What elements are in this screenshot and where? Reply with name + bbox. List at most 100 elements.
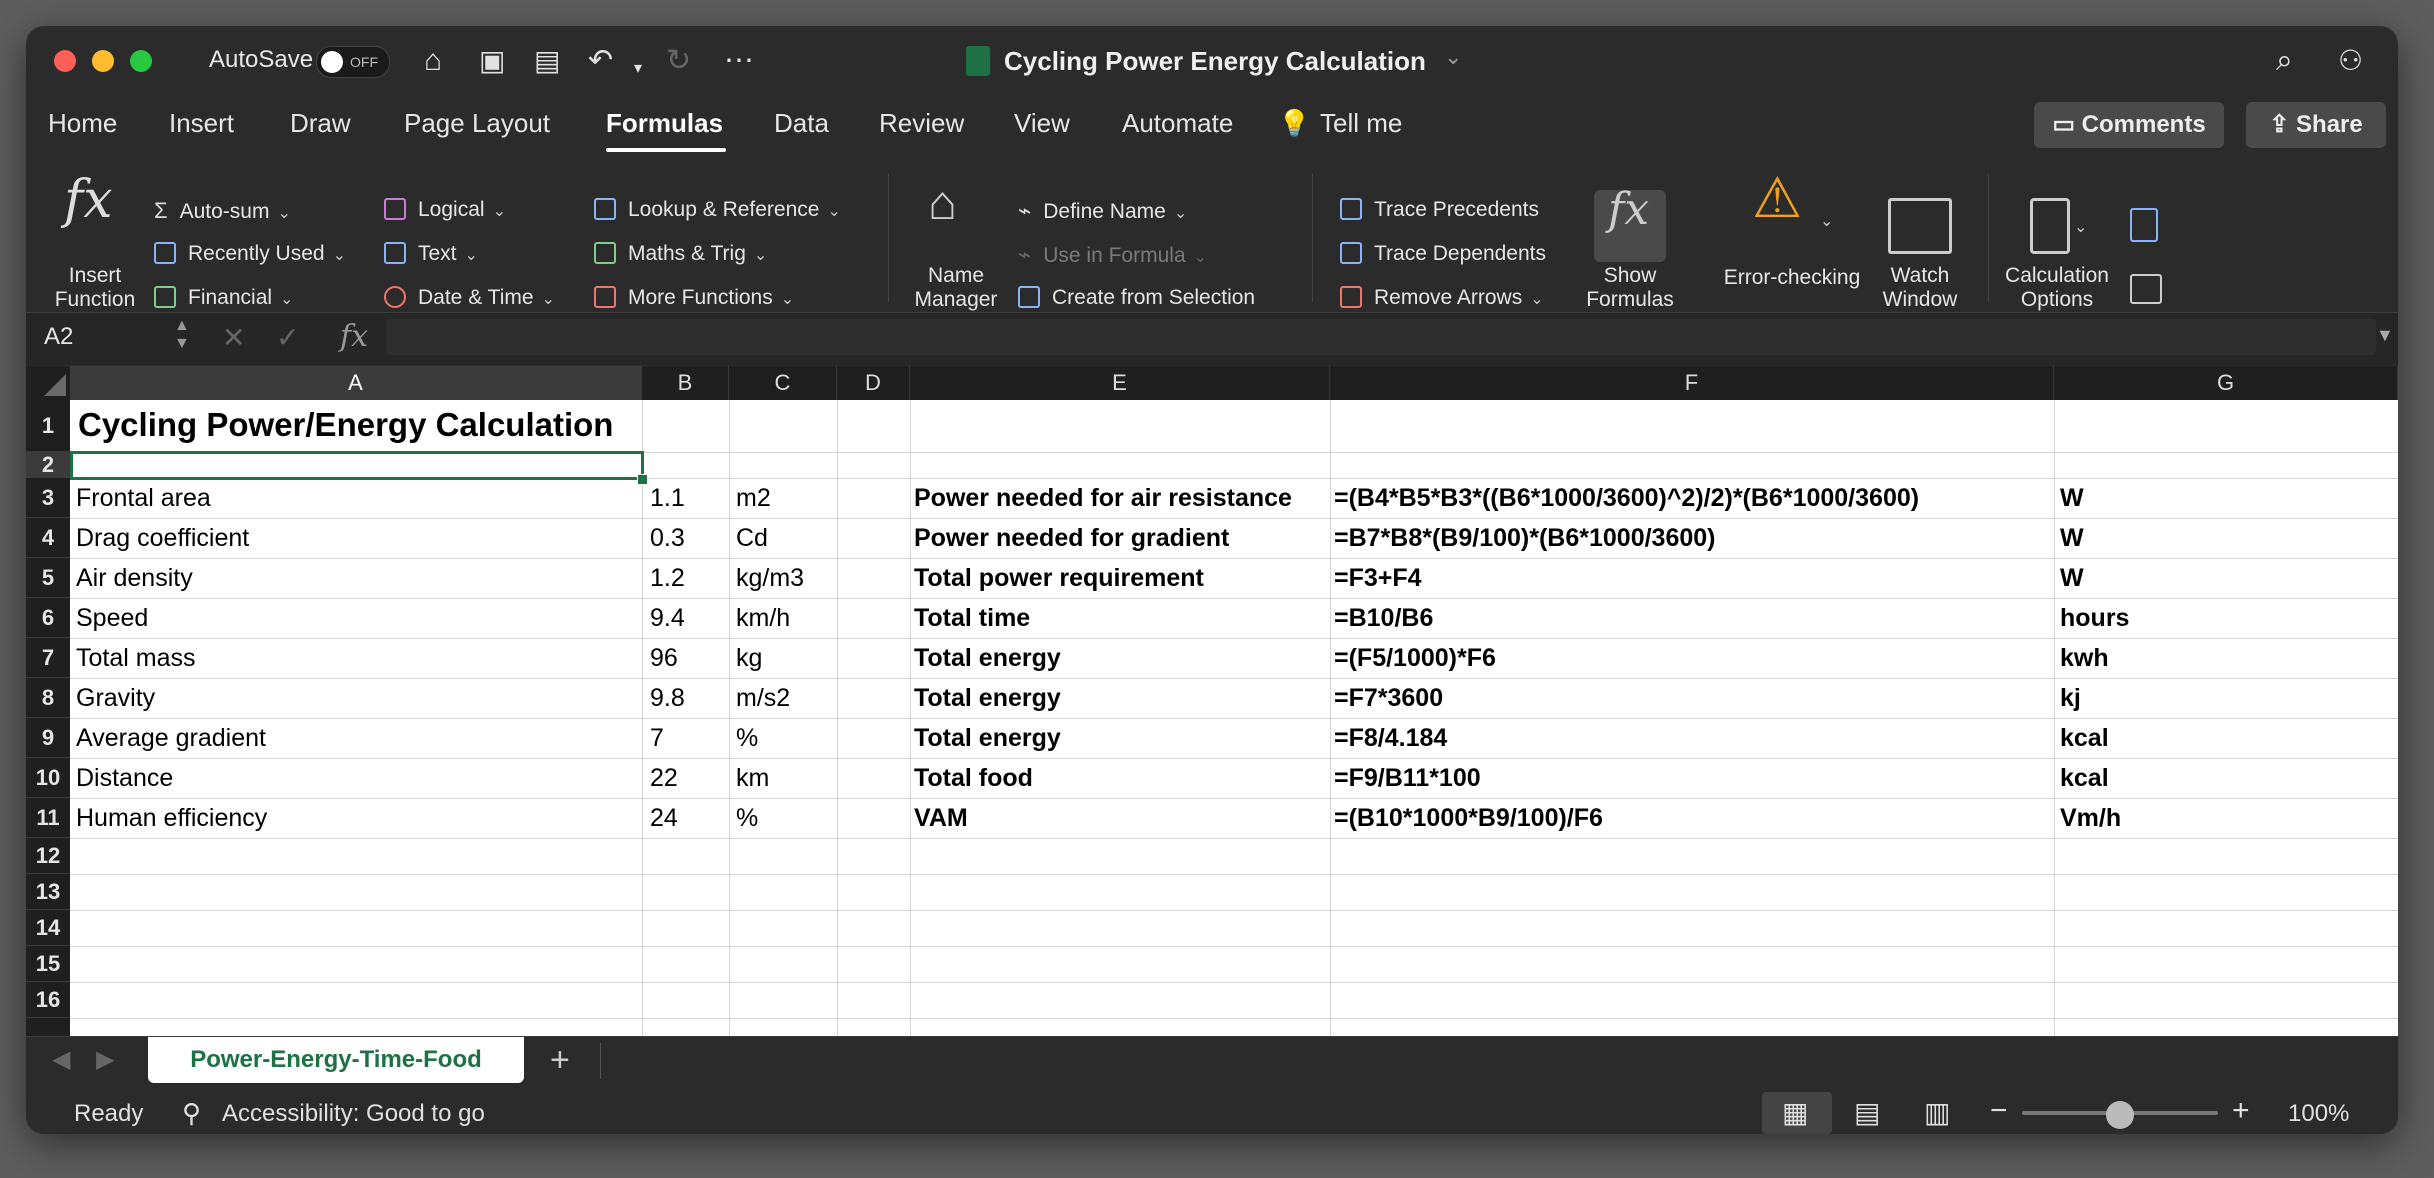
- normal-view-icon[interactable]: ▦: [1782, 1096, 1808, 1129]
- output-formula[interactable]: =(F5/1000)*F6: [1334, 644, 1496, 673]
- save-as-icon[interactable]: ▤: [534, 44, 560, 78]
- row-header-4[interactable]: 4: [26, 518, 70, 558]
- output-formula[interactable]: =F7*3600: [1334, 684, 1443, 713]
- cancel-icon[interactable]: ✕: [222, 321, 245, 354]
- expand-formula-bar-icon[interactable]: ▼: [2376, 325, 2394, 346]
- column-header-a[interactable]: A: [70, 366, 642, 400]
- account-icon[interactable]: ⚇: [2338, 44, 2363, 78]
- input-unit[interactable]: Cd: [736, 524, 768, 553]
- row-header-10[interactable]: 10: [26, 758, 70, 798]
- enter-check-icon[interactable]: ✓: [276, 321, 299, 354]
- maths-trig-button[interactable]: Maths & Trig ⌄: [594, 242, 767, 266]
- undo-dropdown-icon[interactable]: ▾: [634, 52, 642, 86]
- input-unit[interactable]: m2: [736, 484, 771, 513]
- input-label[interactable]: Air density: [76, 564, 193, 593]
- output-label[interactable]: Total time: [914, 604, 1030, 633]
- input-label[interactable]: Distance: [76, 764, 173, 793]
- output-label[interactable]: VAM: [914, 804, 968, 833]
- output-label[interactable]: Total power requirement: [914, 564, 1204, 593]
- select-all-corner[interactable]: [26, 366, 70, 400]
- output-formula[interactable]: =F9/B11*100: [1334, 764, 1481, 793]
- row-header-9[interactable]: 9: [26, 718, 70, 758]
- tab-page-layout[interactable]: Page Layout: [404, 108, 550, 139]
- tab-view[interactable]: View: [1014, 108, 1070, 139]
- input-unit[interactable]: m/s2: [736, 684, 790, 713]
- recently-used-button[interactable]: Recently Used ⌄: [154, 242, 346, 266]
- row-header-1[interactable]: 1: [26, 400, 70, 452]
- output-formula[interactable]: =(B10*1000*B9/100)/F6: [1334, 804, 1603, 833]
- tab-home[interactable]: Home: [48, 108, 117, 139]
- column-header-b[interactable]: B: [642, 366, 729, 400]
- sheet-title-cell[interactable]: Cycling Power/Energy Calculation: [78, 406, 613, 444]
- comments-button[interactable]: ▭ Comments: [2034, 102, 2224, 148]
- use-in-formula-button[interactable]: ⌁ Use in Formula ⌄: [1018, 242, 1207, 268]
- input-value[interactable]: 22: [650, 764, 678, 793]
- date-time-button[interactable]: Date & Time ⌄: [384, 286, 555, 310]
- output-label[interactable]: Power needed for air resistance: [914, 484, 1292, 513]
- input-label[interactable]: Human efficiency: [76, 804, 267, 833]
- input-value[interactable]: 1.1: [650, 484, 685, 513]
- formula-input[interactable]: [386, 319, 2376, 355]
- more-functions-button[interactable]: More Functions ⌄: [594, 286, 794, 310]
- column-header-g[interactable]: G: [2054, 366, 2398, 400]
- row-header-15[interactable]: 15: [26, 946, 70, 982]
- input-value[interactable]: 0.3: [650, 524, 685, 553]
- close-window-button[interactable]: [54, 50, 76, 72]
- redo-icon[interactable]: ↻: [666, 44, 691, 78]
- input-label[interactable]: Speed: [76, 604, 148, 633]
- autosum-button[interactable]: Σ Auto-sum ⌄: [154, 198, 291, 224]
- sheet-tab-active[interactable]: Power-Energy-Time-Food: [148, 1037, 524, 1083]
- autosave-toggle[interactable]: OFF: [316, 46, 390, 78]
- output-formula[interactable]: =F3+F4: [1334, 564, 1422, 593]
- page-break-view-icon[interactable]: ▥: [1924, 1096, 1950, 1129]
- input-value[interactable]: 9.4: [650, 604, 685, 633]
- row-header-14[interactable]: 14: [26, 910, 70, 946]
- output-label[interactable]: Total energy: [914, 644, 1061, 673]
- output-unit[interactable]: W: [2060, 564, 2084, 593]
- input-value[interactable]: 9.8: [650, 684, 685, 713]
- input-unit[interactable]: %: [736, 804, 758, 833]
- output-unit[interactable]: kwh: [2060, 644, 2109, 673]
- tab-review[interactable]: Review: [879, 108, 964, 139]
- output-formula[interactable]: =F8/4.184: [1334, 724, 1447, 753]
- row-header-16[interactable]: 16: [26, 982, 70, 1018]
- column-header-c[interactable]: C: [729, 366, 837, 400]
- input-value[interactable]: 1.2: [650, 564, 685, 593]
- column-header-e[interactable]: E: [910, 366, 1330, 400]
- row-header-12[interactable]: 12: [26, 838, 70, 874]
- output-unit[interactable]: W: [2060, 484, 2084, 513]
- undo-icon[interactable]: ↶: [588, 44, 613, 78]
- logical-button[interactable]: Logical ⌄: [384, 198, 506, 222]
- output-unit[interactable]: hours: [2060, 604, 2129, 633]
- input-value[interactable]: 96: [650, 644, 678, 673]
- zoom-out-icon[interactable]: −: [1990, 1094, 2008, 1128]
- trace-precedents-button[interactable]: Trace Precedents: [1340, 198, 1539, 222]
- input-label[interactable]: Drag coefficient: [76, 524, 249, 553]
- output-formula[interactable]: =B10/B6: [1334, 604, 1433, 633]
- create-from-selection-button[interactable]: Create from Selection: [1018, 286, 1255, 310]
- row-header-6[interactable]: 6: [26, 598, 70, 638]
- text-button[interactable]: Text ⌄: [384, 242, 478, 266]
- tab-insert[interactable]: Insert: [169, 108, 234, 139]
- output-unit[interactable]: W: [2060, 524, 2084, 553]
- input-unit[interactable]: kg/m3: [736, 564, 804, 593]
- next-sheet-icon[interactable]: ▶: [96, 1045, 114, 1074]
- more-icon[interactable]: ⋯: [724, 44, 754, 78]
- zoom-window-button[interactable]: [130, 50, 152, 72]
- output-unit[interactable]: kj: [2060, 684, 2081, 713]
- tab-formulas[interactable]: Formulas: [606, 108, 723, 139]
- tab-data[interactable]: Data: [774, 108, 829, 139]
- page-layout-view-icon[interactable]: ▤: [1854, 1096, 1880, 1129]
- minimize-window-button[interactable]: [92, 50, 114, 72]
- save-icon[interactable]: ▣: [479, 44, 505, 78]
- title-chevron-down-icon[interactable]: ⌄: [1444, 44, 1462, 70]
- zoom-in-icon[interactable]: +: [2232, 1094, 2250, 1128]
- tab-automate[interactable]: Automate: [1122, 108, 1233, 139]
- row-header-5[interactable]: 5: [26, 558, 70, 598]
- input-value[interactable]: 7: [650, 724, 664, 753]
- input-label[interactable]: Frontal area: [76, 484, 211, 513]
- remove-arrows-button[interactable]: Remove Arrows ⌄: [1340, 286, 1544, 310]
- output-label[interactable]: Total energy: [914, 684, 1061, 713]
- input-unit[interactable]: km: [736, 764, 769, 793]
- input-label[interactable]: Total mass: [76, 644, 195, 673]
